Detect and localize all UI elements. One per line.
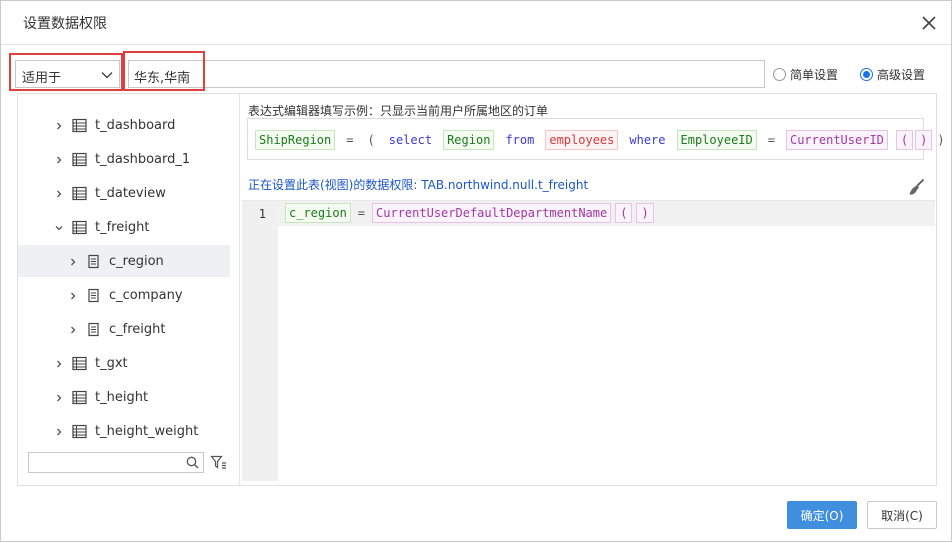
code-token-field: c_region [285,203,351,223]
code-token-kw: select [388,133,433,147]
code-token-kw: from [505,133,535,147]
radio-advanced-setting[interactable]: 高级设置 [860,66,925,82]
example-expression-box: ShipRegion = ( select Region from employees whe… [247,118,945,160]
brush-icon[interactable] [908,178,926,196]
scope-select[interactable]: 适用于 [15,60,120,88]
example-code: ShipRegion = ( select Region from employees whe… [255,130,952,150]
tree-item-label: t_height [95,389,149,405]
tree-item-label: t_freight [95,219,150,235]
ok-button[interactable]: 确定(O) [787,501,857,529]
tree-item[interactable]: c_region [18,245,230,277]
filter-icon[interactable] [210,454,227,471]
code-token-op: = [767,133,775,147]
code-token-op: = [357,206,366,220]
tree-item[interactable]: t_dateview [18,177,230,209]
cancel-button[interactable]: 取消(C) [867,501,937,529]
chevron-right-icon[interactable] [54,188,64,198]
tree-item-label: t_dashboard_1 [95,151,191,167]
example-caption: 表达式编辑器填写示例：只显示当前用户所属地区的订单 [248,104,549,118]
chevron-down-icon [101,69,113,81]
table-icon [72,118,87,133]
tree-item[interactable]: c_freight [18,313,230,345]
tree-item-label: c_company [109,287,183,303]
code-token-paren: ( [895,130,914,150]
code-token-paren: ) [636,203,654,223]
chevron-right-icon[interactable] [68,290,78,300]
chevron-right-icon[interactable] [54,358,64,368]
code-token-field: ShipRegion [255,130,336,150]
dialog-title: 设置数据权限 [23,16,107,32]
chevron-right-icon[interactable] [54,154,64,164]
tree-item-label: c_region [109,253,164,269]
code-token-op: ( [367,133,375,147]
scope-value-text: 华东,华南 [134,71,191,86]
close-icon[interactable] [919,13,939,33]
tree-item[interactable]: c_company [18,279,230,311]
toolbar-row: 适用于 华东,华南 简单设置 高级设置 [1,51,951,91]
code-token-op: = [346,133,354,147]
code-token-func: CurrentUserDefaultDepartmentName [372,203,612,223]
code-token-kw: where [629,133,666,147]
tree-item[interactable]: t_height [18,381,230,413]
radio-advanced-dot [860,67,873,81]
code-token-table: employees [545,130,619,150]
scope-value-input[interactable]: 华东,华南 [128,60,765,88]
code-token-func: CurrentUserID [785,130,888,150]
radio-simple-dot [773,67,786,81]
table-icon [72,220,87,235]
chevron-right-icon[interactable] [54,426,64,436]
expression-pane: 表达式编辑器填写示例：只显示当前用户所属地区的订单 ShipRegion = ( se… [240,94,945,485]
tree-item-label: t_dashboard [95,117,176,133]
scope-select-value: 适用于 [22,71,62,86]
field-icon [86,254,101,269]
tree-item[interactable]: t_gxt [18,347,230,379]
table-icon [72,390,87,405]
data-permission-dialog: 设置数据权限 适用于 华东,华南 简单设置 高级设置 t_dashboard t_… [0,0,952,542]
tree-item[interactable]: t_freight [18,211,230,243]
table-icon [72,152,87,167]
code-token-field: Region [443,130,495,150]
chevron-right-icon[interactable] [68,324,78,334]
field-icon [86,288,101,303]
table-icon [72,186,87,201]
search-icon[interactable] [186,456,199,469]
tree-item[interactable]: t_dashboard [18,109,230,141]
tree-search-input[interactable] [28,452,204,473]
chevron-right-icon[interactable] [68,256,78,266]
tree-item-label: t_gxt [95,355,128,371]
tree-item-label: t_height_weight [95,423,199,439]
editor-code: c_region = CurrentUserDefaultDepartmentNam… [285,203,658,223]
radio-simple-setting[interactable]: 简单设置 [773,66,838,82]
code-token-field: EmployeeID [676,130,757,150]
tree-item[interactable]: t_dashboard_1 [18,143,230,175]
radio-simple-label: 简单设置 [790,67,839,82]
tree-item[interactable]: t_height_weight [18,415,230,447]
code-token-op: ) [937,133,945,147]
chevron-right-icon[interactable] [54,120,64,130]
tree-item-label: c_freight [109,321,166,337]
line-number: 1 [258,207,266,221]
status-line: 正在设置此表(视图)的数据权限: TAB.northwind.null.t_fr… [248,178,589,192]
chevron-right-icon[interactable] [54,392,64,402]
field-tree: t_dashboard t_dashboard_1 t_dateview t_frei… [18,94,240,485]
table-icon [72,424,87,439]
field-icon [86,322,101,337]
line-gutter: 1 [242,201,278,481]
chevron-down-icon[interactable] [54,222,64,232]
code-token-paren: ) [915,130,933,150]
table-icon [72,356,87,371]
expression-editor[interactable]: 1 c_region = CurrentUserDefaultDepartmentN… [242,200,935,481]
tree-item-label: t_dateview [95,185,166,201]
radio-advanced-label: 高级设置 [877,67,926,82]
main-panel: t_dashboard t_dashboard_1 t_dateview t_frei… [17,93,945,486]
title-bar: 设置数据权限 [1,1,951,45]
code-token-paren: ( [615,203,633,223]
